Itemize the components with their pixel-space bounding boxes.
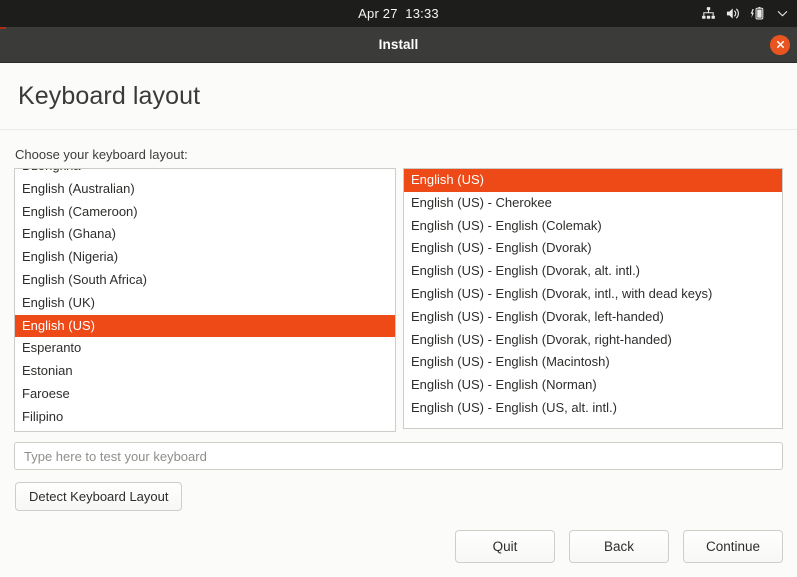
system-tray xyxy=(701,0,789,27)
network-icon[interactable] xyxy=(701,6,716,21)
list-item[interactable]: English (US) - English (Macintosh) xyxy=(404,351,782,374)
installer-window: Install Keyboard layout Choose your keyb… xyxy=(0,27,797,577)
list-item[interactable]: Estonian xyxy=(15,360,395,383)
system-top-bar: Apr 27 13:33 xyxy=(0,0,797,27)
close-icon xyxy=(776,40,784,49)
language-list-inner: DzongkhaEnglish (Australian)English (Cam… xyxy=(15,169,395,429)
continue-button[interactable]: Continue xyxy=(683,530,783,563)
list-item[interactable]: English (US) - English (Dvorak, alt. int… xyxy=(404,260,782,283)
language-list[interactable]: DzongkhaEnglish (Australian)English (Cam… xyxy=(14,168,396,432)
list-item[interactable]: English (US) - English (Dvorak, right-ha… xyxy=(404,329,782,352)
variant-list[interactable]: English (US) English (US) - Cherokee Engli… xyxy=(403,168,783,429)
list-item[interactable]: English (US) - English (US, alt. intl.) xyxy=(404,397,782,420)
list-item[interactable]: English (Ghana) xyxy=(15,223,395,246)
layout-selection-area: DzongkhaEnglish (Australian)English (Cam… xyxy=(14,168,783,432)
quit-button[interactable]: Quit xyxy=(455,530,555,563)
volume-icon[interactable] xyxy=(725,6,741,21)
list-item[interactable]: English (US) xyxy=(15,314,395,338)
chevron-down-icon[interactable] xyxy=(776,7,789,20)
list-item[interactable]: Faroese xyxy=(15,383,395,406)
titlebar-accent-mark xyxy=(0,27,6,29)
list-item[interactable]: English (Cameroon) xyxy=(15,201,395,224)
close-button[interactable] xyxy=(770,34,790,55)
list-item[interactable]: English (US) xyxy=(404,169,782,192)
window-title: Install xyxy=(378,37,419,52)
footer-buttons: Quit Back Continue xyxy=(455,530,783,563)
keyboard-test-input[interactable] xyxy=(14,442,783,470)
list-item[interactable]: English (US) - English (Norman) xyxy=(404,374,782,397)
list-item[interactable]: English (UK) xyxy=(15,292,395,315)
battery-charging-icon[interactable] xyxy=(750,6,767,21)
page-title: Keyboard layout xyxy=(18,81,201,110)
list-item[interactable]: English (Australian) xyxy=(15,178,395,201)
list-item[interactable]: English (US) - English (Colemak) xyxy=(404,215,782,238)
list-item[interactable]: English (South Africa) xyxy=(15,269,395,292)
window-title-bar: Install xyxy=(0,27,797,63)
back-button[interactable]: Back xyxy=(569,530,669,563)
list-item[interactable]: English (US) - Cherokee xyxy=(404,192,782,215)
page-content: Choose your keyboard layout: DzongkhaEng… xyxy=(0,130,797,576)
page-header: Keyboard layout xyxy=(0,63,797,130)
detect-keyboard-layout-button[interactable]: Detect Keyboard Layout xyxy=(15,482,183,511)
list-item[interactable]: English (US) - English (Dvorak) xyxy=(404,237,782,260)
list-item[interactable]: Esperanto xyxy=(15,337,395,360)
prompt-label: Choose your keyboard layout: xyxy=(15,147,188,162)
list-item[interactable]: English (US) - English (Dvorak, left-han… xyxy=(404,306,782,329)
list-item[interactable]: English (US) - English (Dvorak, intl., w… xyxy=(404,283,782,306)
list-item[interactable]: Filipino xyxy=(15,406,395,429)
list-item[interactable]: Dzongkha xyxy=(15,169,395,178)
system-clock[interactable]: Apr 27 13:33 xyxy=(358,6,439,21)
list-item[interactable]: English (Nigeria) xyxy=(15,246,395,269)
variant-list-inner: English (US) English (US) - Cherokee Engli… xyxy=(404,169,782,420)
